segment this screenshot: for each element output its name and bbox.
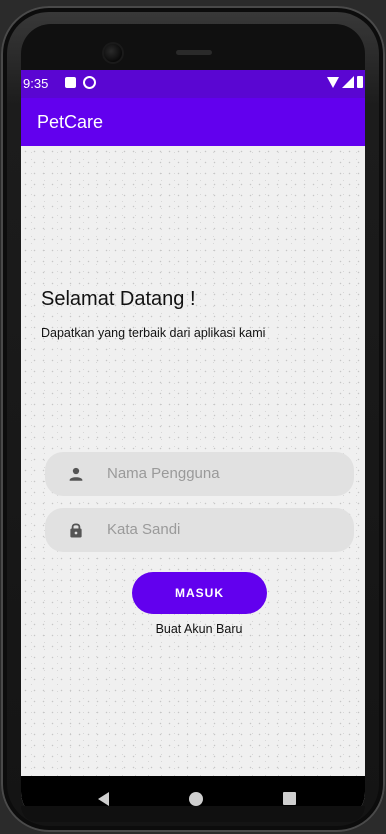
phone-frame: 9:35 PetCare Selamat Datang ! Dapatkan y… xyxy=(1,6,385,832)
welcome-heading: Selamat Datang ! xyxy=(41,288,196,310)
sim-card-icon xyxy=(65,77,76,88)
sync-icon xyxy=(83,76,96,89)
signal-icon xyxy=(342,76,354,88)
home-icon[interactable] xyxy=(189,792,203,806)
status-bar: 9:35 xyxy=(21,70,365,98)
battery-icon xyxy=(357,76,363,88)
username-placeholder: Nama Pengguna xyxy=(107,465,220,482)
app-bar: PetCare xyxy=(21,98,365,146)
username-field[interactable]: Nama Pengguna xyxy=(45,452,354,496)
welcome-subtitle: Dapatkan yang terbaik dari aplikasi kami xyxy=(41,326,266,340)
login-content: Selamat Datang ! Dapatkan yang terbaik d… xyxy=(21,146,365,776)
wifi-icon xyxy=(327,76,339,88)
person-icon xyxy=(69,467,83,481)
password-field[interactable]: Kata Sandi xyxy=(45,508,354,552)
back-icon[interactable] xyxy=(98,792,109,806)
top-bezel xyxy=(21,24,365,74)
bottom-bezel xyxy=(21,806,365,822)
earpiece-speaker xyxy=(176,50,212,55)
status-icons-right xyxy=(327,76,363,88)
screen: 9:35 PetCare Selamat Datang ! Dapatkan y… xyxy=(21,70,365,822)
create-account-link[interactable]: Buat Akun Baru xyxy=(21,622,365,636)
status-time: 9:35 xyxy=(23,76,49,91)
lock-icon xyxy=(70,523,82,538)
password-placeholder: Kata Sandi xyxy=(107,521,181,538)
login-button[interactable]: MASUK xyxy=(132,572,267,614)
recents-icon[interactable] xyxy=(283,792,296,805)
status-icons-left xyxy=(65,76,96,89)
front-camera xyxy=(104,44,122,62)
app-title: PetCare xyxy=(37,112,104,132)
